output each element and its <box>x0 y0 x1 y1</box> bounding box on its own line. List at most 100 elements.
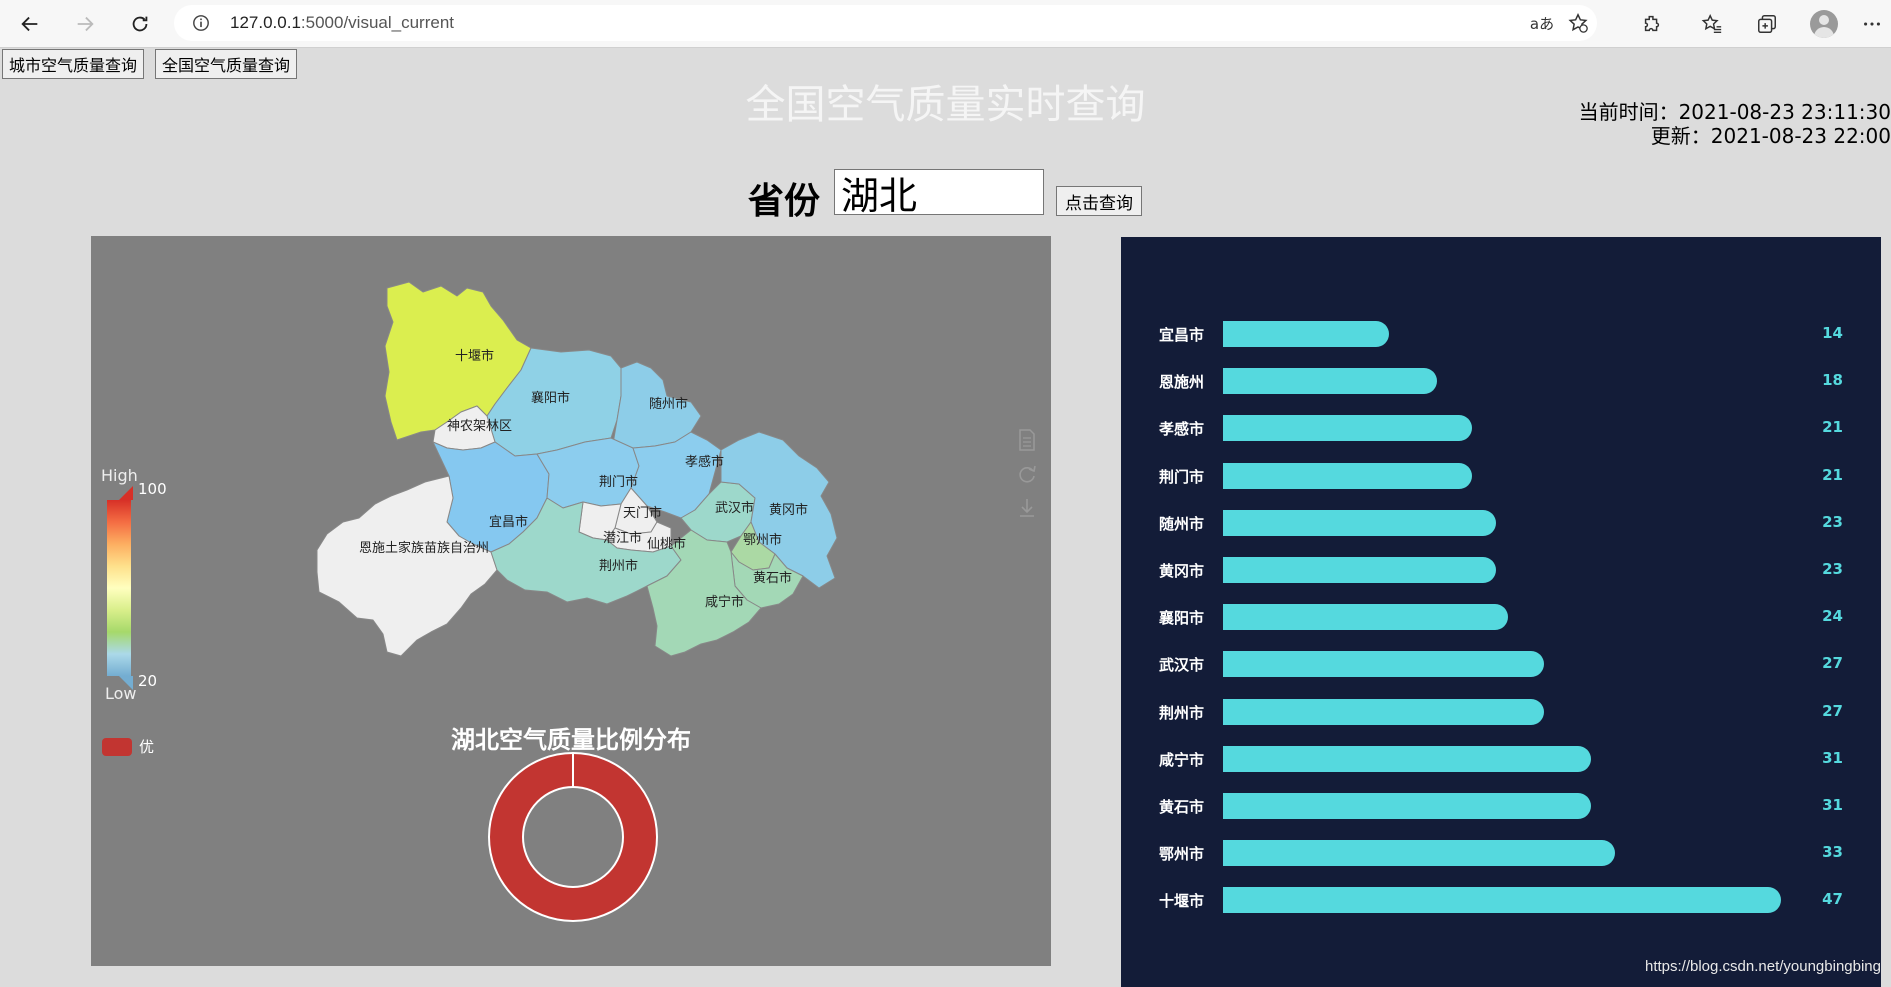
bar-chart-panel: 宜昌市 14 恩施州 18 孝感市 21 荆门市 21 随州市 23 黄冈市 23 襄阳市 24 武汉市 27… <box>1121 237 1881 987</box>
watermark: https://blog.csdn.net/youngbingbing <box>1644 958 1881 975</box>
url-text[interactable]: 127.0.0.1:5000/visual_current <box>230 13 454 33</box>
bar[interactable] <box>1223 321 1390 347</box>
bar-row: 黄冈市 23 <box>1121 557 1881 583</box>
bar-row: 荆州市 27 <box>1121 698 1881 725</box>
bar[interactable] <box>1223 368 1437 395</box>
map-panel: 十堰市襄阳市 随州市神农架林区宜昌市 荆门市 孝感市天门市 武汉市 黄冈市恩施土家族苗族自… <box>91 236 1051 966</box>
bar-value-label: 23 <box>1822 512 1843 531</box>
more-menu-icon[interactable] <box>1858 10 1886 38</box>
bar-value-label: 33 <box>1822 843 1843 862</box>
bar[interactable] <box>1223 604 1508 631</box>
bar-row: 孝感市 21 <box>1121 415 1881 442</box>
bar-category-label: 荆州市 <box>1158 703 1204 722</box>
extensions-icon[interactable] <box>1638 10 1666 38</box>
bar-category-label: 鄂州市 <box>1158 845 1204 864</box>
map-label: 宜昌市 <box>489 514 528 530</box>
bar[interactable] <box>1223 557 1497 583</box>
bar-value-label: 31 <box>1822 796 1843 814</box>
bar-value-label: 21 <box>1822 465 1843 484</box>
bar-row: 襄阳市 24 <box>1121 604 1881 631</box>
bar-value-label: 14 <box>1822 324 1843 342</box>
province-input[interactable] <box>834 169 1044 215</box>
visual-map-min: 20 <box>138 672 158 690</box>
profile-avatar[interactable] <box>1810 10 1838 38</box>
bar[interactable] <box>1223 698 1544 725</box>
visual-map-gradient-bar[interactable] <box>107 500 131 676</box>
bar-row: 鄂州市 33 <box>1121 840 1881 867</box>
bar[interactable] <box>1223 509 1497 536</box>
map-label: 咸宁市 <box>705 594 744 610</box>
bar[interactable] <box>1223 745 1592 772</box>
bar[interactable] <box>1223 840 1615 867</box>
bar-category-label: 孝感市 <box>1158 420 1204 439</box>
map-label: 潜江市 <box>603 530 642 546</box>
map-label: 恩施土家族苗族自治州 <box>359 540 489 556</box>
map-label: 鄂州市 <box>743 532 782 548</box>
pie-slice-excellent[interactable] <box>489 753 657 921</box>
data-view-icon[interactable] <box>1017 428 1037 452</box>
bar-value-label: 24 <box>1822 607 1843 626</box>
bar-category-label: 恩施州 <box>1158 373 1204 392</box>
bar-category-label: 十堰市 <box>1158 892 1204 911</box>
pie-chart-title: 湖北空气质量比例分布 <box>451 726 691 754</box>
collections-icon[interactable] <box>1753 10 1781 38</box>
save-image-icon[interactable] <box>1017 496 1037 520</box>
bar[interactable] <box>1223 793 1592 819</box>
bar-row: 黄石市 31 <box>1121 793 1881 819</box>
visual-map-handle-top[interactable] <box>119 486 133 500</box>
map-label: 黄冈市 <box>769 502 808 518</box>
bar[interactable] <box>1223 651 1544 678</box>
map-label: 随州市 <box>649 396 688 412</box>
map-label: 襄阳市 <box>531 390 570 406</box>
forward-icon[interactable] <box>68 8 102 40</box>
bar-value-label: 27 <box>1822 701 1843 720</box>
visual-map-low-label: Low <box>105 684 137 703</box>
bar-row: 武汉市 27 <box>1121 651 1881 678</box>
bar-row: 咸宁市 31 <box>1121 745 1881 772</box>
read-aloud-icon[interactable]: aあ <box>1528 9 1556 37</box>
bar-category-label: 随州市 <box>1158 514 1204 533</box>
bar[interactable] <box>1223 415 1473 442</box>
bar-category-label: 武汉市 <box>1158 656 1204 675</box>
back-icon[interactable] <box>13 8 47 40</box>
map-label: 荆门市 <box>599 474 638 490</box>
refresh-icon[interactable] <box>123 8 157 40</box>
favorites-icon[interactable] <box>1698 10 1726 38</box>
map-label: 天门市 <box>623 505 662 521</box>
browser-toolbar: 127.0.0.1:5000/visual_current aあ <box>0 0 1891 48</box>
bar-row: 随州市 23 <box>1121 509 1881 536</box>
map-label: 武汉市 <box>715 500 754 516</box>
bar-row: 恩施州 18 <box>1121 368 1881 395</box>
bar-value-label: 47 <box>1822 890 1843 909</box>
bar-category-label: 黄冈市 <box>1158 562 1204 580</box>
map-label: 神农架林区 <box>447 419 512 434</box>
visual-map-high-label: High <box>101 466 138 485</box>
bar-category-label: 荆门市 <box>1158 467 1204 486</box>
address-bar[interactable]: 127.0.0.1:5000/visual_current aあ <box>174 5 1597 41</box>
url-host: 127.0.0.1 <box>230 13 301 32</box>
pie-chart <box>488 752 658 922</box>
add-favorite-icon[interactable] <box>1564 9 1592 37</box>
bar[interactable] <box>1223 462 1473 489</box>
bar-value-label: 23 <box>1822 560 1843 578</box>
query-button[interactable]: 点击查询 <box>1056 186 1142 216</box>
bar-row: 十堰市 47 <box>1121 887 1881 914</box>
map-label: 十堰市 <box>455 348 494 364</box>
url-path: :5000/visual_current <box>300 13 454 32</box>
map-label: 孝感市 <box>685 454 724 470</box>
bar-category-label: 襄阳市 <box>1158 609 1204 628</box>
map-label: 仙桃市 <box>647 536 686 552</box>
bar[interactable] <box>1223 887 1781 914</box>
update-time: 更新：2021-08-23 22:00 <box>1650 124 1891 148</box>
map-label: 荆州市 <box>599 558 638 574</box>
bar-category-label: 咸宁市 <box>1158 750 1204 769</box>
info-icon[interactable] <box>192 14 210 32</box>
bar-value-label: 21 <box>1822 418 1843 437</box>
bar-value-label: 31 <box>1822 748 1843 767</box>
bar-category-label: 宜昌市 <box>1158 326 1204 344</box>
bar-row: 荆门市 21 <box>1121 462 1881 489</box>
visual-map-max: 100 <box>138 480 167 498</box>
bar-row: 宜昌市 14 <box>1121 321 1881 347</box>
restore-icon[interactable] <box>1017 462 1037 486</box>
map-label: 黄石市 <box>753 570 792 586</box>
